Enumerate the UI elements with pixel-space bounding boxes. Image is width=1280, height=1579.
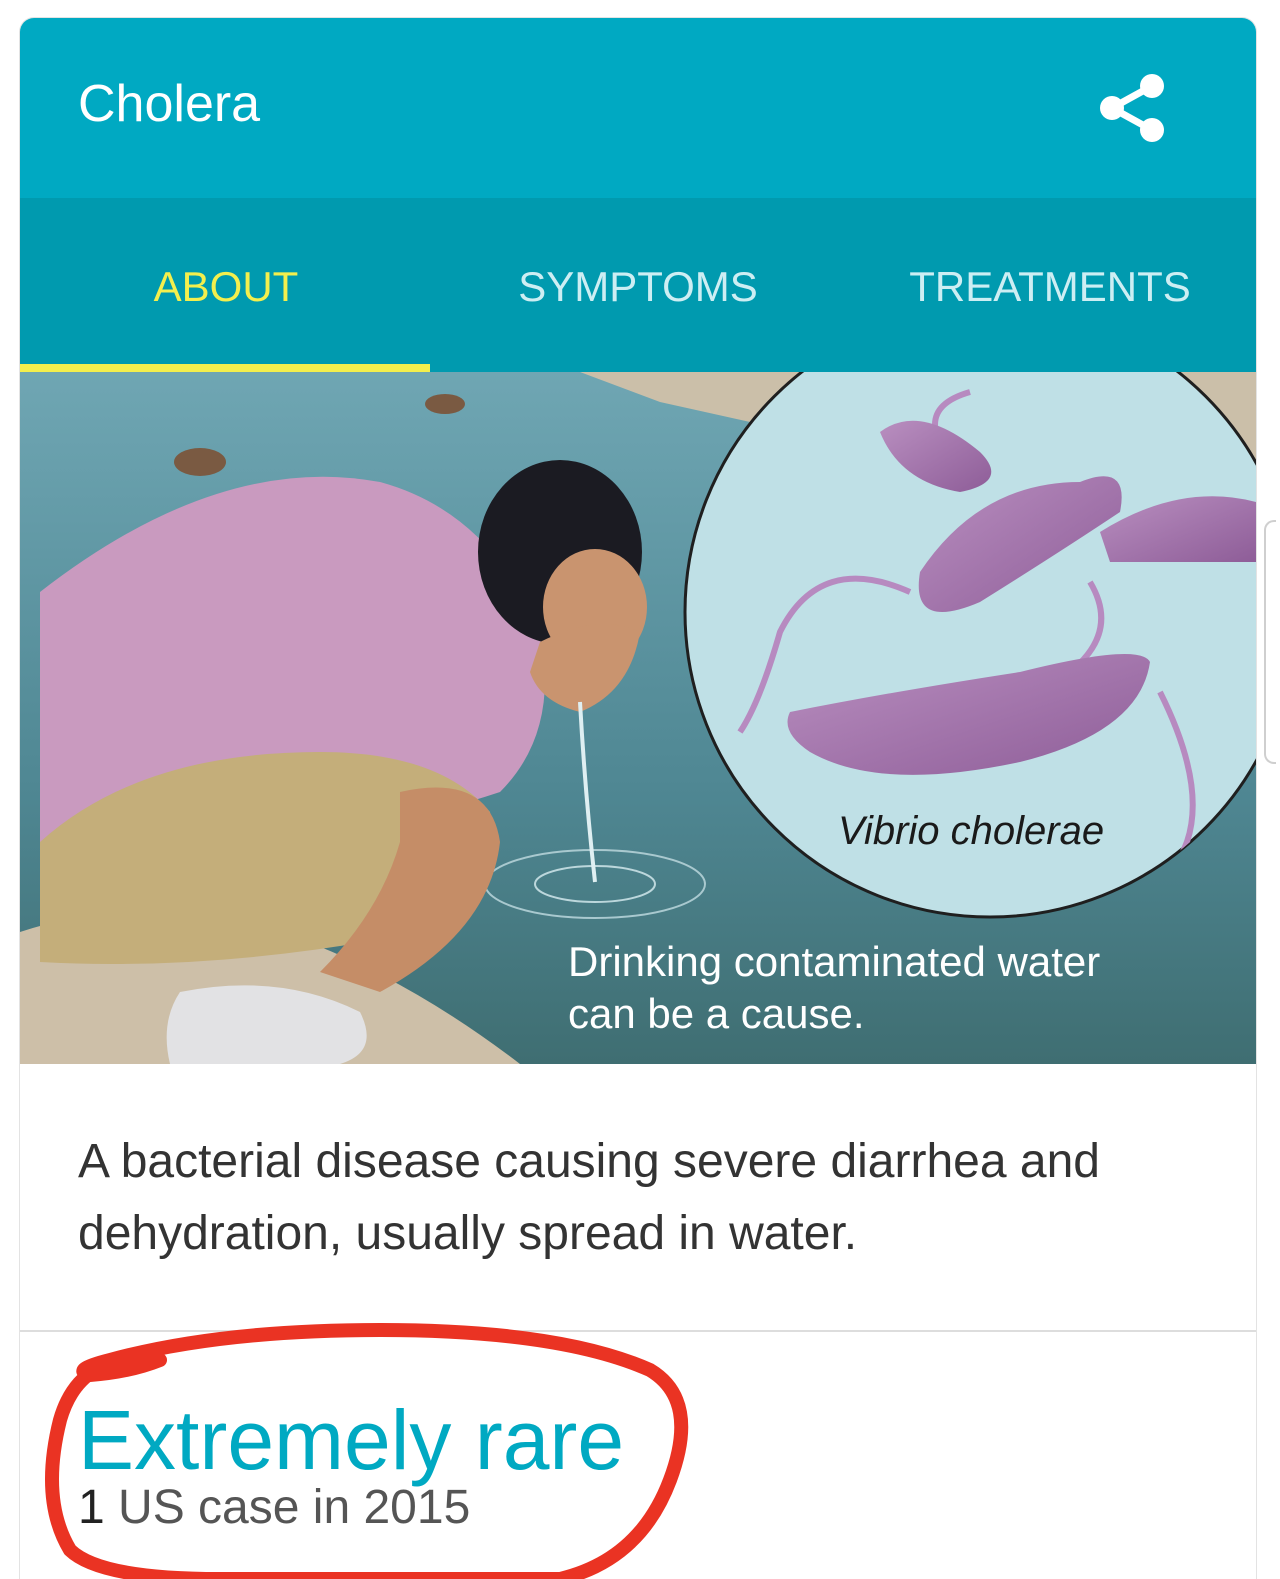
prevalence-headline: Extremely rare — [78, 1393, 625, 1487]
tab-about[interactable]: ABOUT — [20, 198, 432, 376]
prevalence-detail: 1 US case in 2015 — [78, 1478, 470, 1538]
caption-line-1: Drinking contaminated water — [568, 938, 1100, 985]
tab-bar: ABOUT SYMPTOMS TREATMENTS — [20, 198, 1256, 376]
tab-symptoms[interactable]: SYMPTOMS — [432, 198, 844, 376]
active-tab-indicator — [20, 364, 430, 372]
share-icon[interactable] — [1090, 68, 1170, 148]
tab-treatments[interactable]: TREATMENTS — [844, 198, 1256, 376]
case-detail: US case in 2015 — [104, 1481, 471, 1534]
caption-line-2: can be a cause. — [568, 990, 865, 1037]
stone — [425, 394, 465, 414]
case-count: 1 — [78, 1481, 105, 1534]
page-title: Cholera — [78, 75, 261, 133]
inset-label: Vibrio cholerae — [838, 809, 1104, 853]
divider — [20, 1330, 1256, 1332]
disease-description: A bacterial disease causing severe diarr… — [78, 1135, 1100, 1260]
card-header: Cholera — [20, 18, 1256, 198]
stone — [174, 448, 226, 476]
hero-illustration: Vibrio cholerae Drinking contaminated wa… — [20, 372, 1256, 1064]
edge-scroll-hint — [1264, 520, 1276, 764]
knowledge-card: Cholera ABOUT SYMPTOMS TREATMENTS Vibrio… — [20, 18, 1256, 1579]
